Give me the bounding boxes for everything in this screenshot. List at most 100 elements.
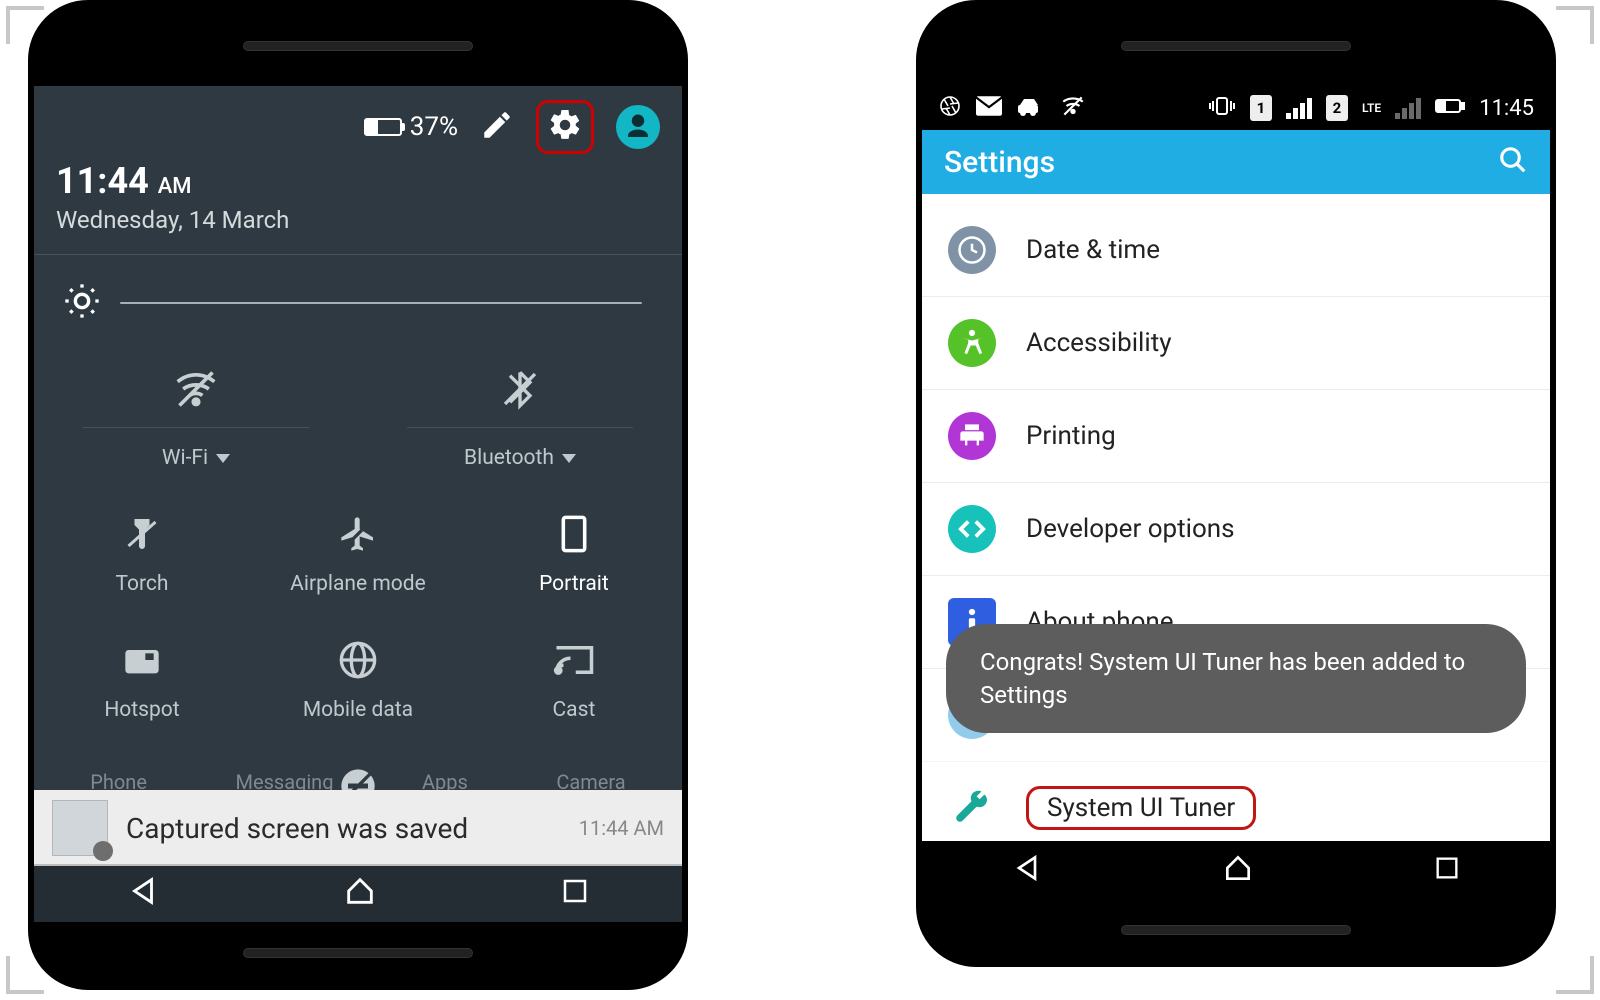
phone-mockup-left: 37% 11:44 AM Wednesday, 14 March [28, 0, 688, 990]
tile-wifi[interactable]: Wi-Fi [34, 351, 358, 496]
battery-percent: 37% [410, 112, 458, 142]
system-ui-tuner-highlight: System UI Tuner [1026, 786, 1256, 830]
quick-settings-topbar: 37% [34, 86, 682, 154]
status-bar-left [938, 94, 1086, 123]
accessibility-icon [948, 319, 996, 367]
tile-portrait-label: Portrait [539, 572, 609, 596]
mail-icon [976, 96, 1002, 121]
brightness-track[interactable] [120, 302, 642, 304]
phone-bezel-top [922, 6, 1550, 86]
tile-airplane[interactable]: Airplane mode [250, 496, 466, 622]
portrait-icon [559, 514, 589, 554]
tile-portrait[interactable]: Portrait [466, 496, 682, 622]
page-corner-br [1556, 956, 1594, 994]
developer-icon [948, 505, 996, 553]
list-item-developer-options[interactable]: Developer options [922, 483, 1550, 576]
quick-tiles-row-3: Hotspot Mobile data Cast [34, 622, 682, 748]
tile-bluetooth-label: Bluetooth [464, 446, 576, 470]
tile-bluetooth[interactable]: Bluetooth [358, 351, 682, 496]
airplane-icon [338, 514, 378, 554]
clock-icon [948, 226, 996, 274]
chevron-down-icon [562, 454, 576, 463]
list-item-label: Date & time [1026, 235, 1160, 265]
system-nav-bar [922, 841, 1550, 899]
tile-data-label: Mobile data [303, 698, 413, 722]
quick-tiles-row-2: Torch Airplane mode Portrait [34, 496, 682, 622]
phone-bezel-top [34, 6, 682, 86]
list-item-label: Developer options [1026, 514, 1235, 544]
battery-icon [1435, 98, 1465, 119]
phone-speaker [243, 41, 473, 51]
recents-icon[interactable] [1433, 854, 1461, 886]
list-item-printing[interactable]: Printing [922, 390, 1550, 483]
screenshot-notification[interactable]: Captured screen was saved 11:44 AM [34, 790, 682, 866]
settings-list[interactable]: Date & time Accessibility Printing Devel… [922, 194, 1550, 854]
hotspot-icon [122, 640, 162, 680]
bluetooth-off-icon [500, 369, 540, 409]
phone-bezel-bottom [34, 922, 682, 984]
sim1-badge: 1 [1250, 95, 1272, 121]
camera-aperture-icon [938, 94, 962, 123]
phone-bezel-bottom [922, 899, 1550, 961]
notification-text: Captured screen was saved [126, 812, 561, 845]
wifi-off-icon [174, 369, 218, 409]
clock-date: Wednesday, 14 March [56, 206, 660, 234]
tile-hotspot[interactable]: Hotspot [34, 622, 250, 748]
system-nav-bar [34, 864, 682, 922]
list-item-label: Printing [1026, 421, 1116, 451]
list-item-accessibility[interactable]: Accessibility [922, 297, 1550, 390]
status-bar-right: 1 2 LTE 11:45 [1208, 95, 1534, 122]
settings-header: Settings [922, 130, 1550, 194]
datetime-block[interactable]: 11:44 AM Wednesday, 14 March [34, 154, 682, 255]
back-icon[interactable] [1011, 852, 1043, 888]
globe-icon [338, 640, 378, 680]
vibrate-icon [1208, 95, 1236, 122]
phone-chin [243, 948, 473, 958]
status-time: 11:45 [1479, 96, 1534, 121]
phone-mockup-right: 1 2 LTE 11:45 Settings Date & time Acces… [916, 0, 1556, 967]
tile-cast[interactable]: Cast [466, 622, 682, 748]
phone-chin [1121, 925, 1351, 935]
list-item-date-time[interactable]: Date & time [922, 204, 1550, 297]
wrench-icon [948, 784, 996, 832]
torch-icon [124, 514, 160, 554]
recents-icon[interactable] [560, 876, 590, 910]
brightness-slider[interactable] [34, 255, 682, 351]
list-item-label: System UI Tuner [1047, 793, 1235, 823]
settings-gear-icon[interactable] [547, 107, 583, 147]
edit-tiles-icon[interactable] [480, 108, 514, 146]
tile-wifi-label: Wi-Fi [162, 446, 230, 470]
tile-torch-label: Torch [115, 572, 168, 596]
lte-label: LTE [1362, 101, 1381, 115]
screen-settings-list: 1 2 LTE 11:45 Settings Date & time Acces… [922, 86, 1550, 899]
tile-torch[interactable]: Torch [34, 496, 250, 622]
brightness-icon [62, 281, 102, 325]
signal-1-icon [1286, 98, 1312, 119]
settings-title: Settings [944, 145, 1055, 180]
list-item-label: Accessibility [1026, 328, 1172, 358]
wifi-off-status-icon [1060, 95, 1086, 122]
battery-status: 37% [364, 112, 458, 142]
tile-mobile-data[interactable]: Mobile data [250, 622, 466, 748]
chevron-down-icon [216, 454, 230, 463]
toast-message: Congrats! System UI Tuner has been added… [946, 624, 1526, 733]
notification-time: 11:44 AM [579, 816, 664, 840]
home-icon[interactable] [1222, 852, 1254, 888]
tile-cast-label: Cast [553, 698, 596, 722]
screenshot-thumbnail [52, 800, 108, 856]
print-icon [948, 412, 996, 460]
traffic-icon [1016, 96, 1046, 121]
status-bar: 1 2 LTE 11:45 [922, 86, 1550, 130]
sim2-badge: 2 [1326, 95, 1348, 121]
clock-time: 11:44 AM [56, 160, 660, 202]
user-avatar-icon[interactable] [616, 105, 660, 149]
tile-airplane-label: Airplane mode [290, 572, 426, 596]
signal-2-icon [1395, 98, 1421, 119]
search-icon[interactable] [1498, 145, 1528, 179]
cast-icon [553, 640, 595, 680]
phone-speaker [1121, 41, 1351, 51]
back-icon[interactable] [126, 874, 160, 912]
battery-icon [364, 118, 402, 136]
home-icon[interactable] [343, 874, 377, 912]
screen-quick-settings: 37% 11:44 AM Wednesday, 14 March [34, 86, 682, 922]
